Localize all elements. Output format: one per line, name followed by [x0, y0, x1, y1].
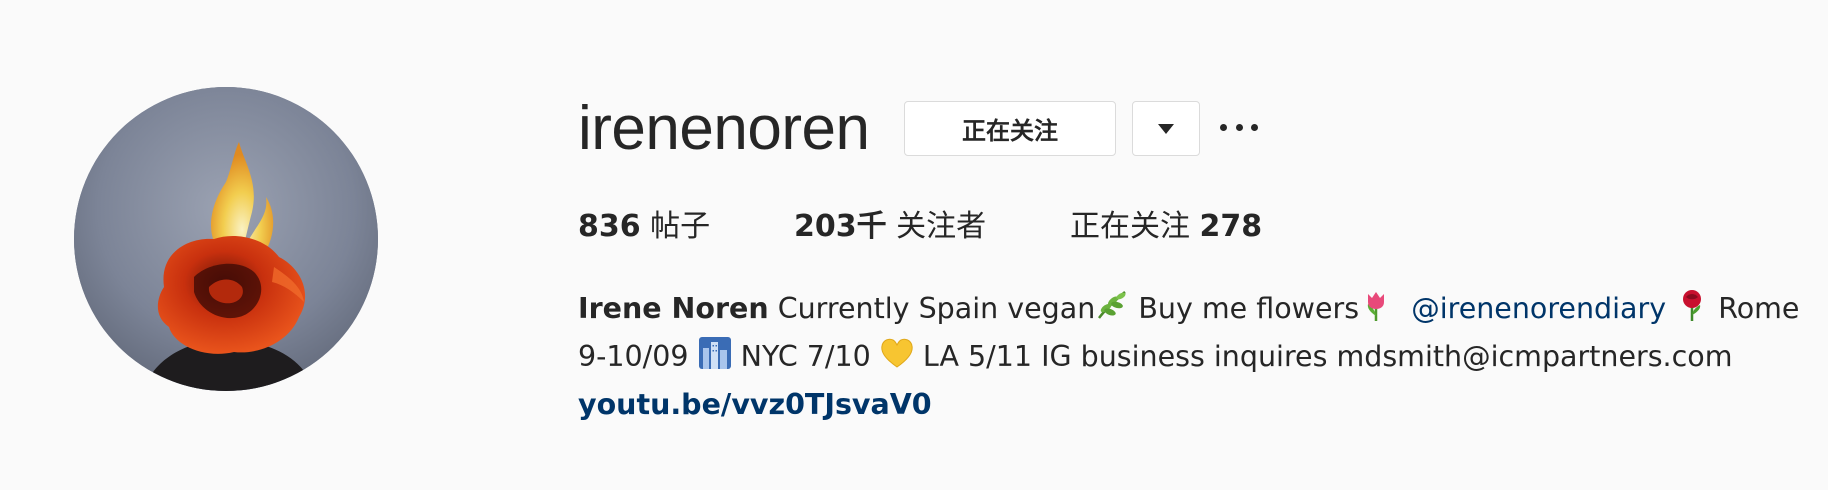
following-count: 278 [1199, 209, 1263, 244]
posts-label: 帖子 [650, 209, 711, 244]
caret-down-icon [1158, 123, 1174, 134]
more-dot-icon [1220, 123, 1227, 131]
tulip-emoji-icon [1367, 292, 1385, 321]
posts-stat: 836 帖子 [578, 204, 710, 250]
profile-header: irenenoren 正在关注 836 帖子 203千 关注者 正在关注 278… [0, 0, 1828, 490]
more-options-button[interactable] [1220, 112, 1258, 142]
bio-text: Buy me flowers [1129, 292, 1360, 325]
herb-emoji-icon [1098, 291, 1127, 319]
rose-emoji-icon [1683, 290, 1702, 321]
posts-count: 836 [578, 209, 641, 244]
profile-full-name: Irene Noren [578, 292, 769, 325]
yellow-heart-emoji-icon [881, 338, 913, 368]
bio-text [1666, 292, 1675, 325]
bio-mention-link[interactable]: @irenenorendiary [1411, 292, 1666, 325]
bio-text: Currently Spain vegan [768, 292, 1096, 325]
profile-avatar[interactable] [74, 87, 378, 391]
followers-count: 203千 [794, 209, 887, 244]
more-dot-icon [1251, 123, 1258, 131]
burning-rose-avatar-icon [74, 87, 378, 391]
bio-text: LA 5/11 IG business inquires mdsmith@icm… [913, 340, 1733, 373]
suggestions-dropdown-button[interactable] [1132, 101, 1200, 156]
more-dot-icon [1235, 123, 1243, 131]
bio-external-link[interactable]: youtu.be/vvz0TJsvaV0 [578, 381, 932, 429]
followers-label: 关注者 [896, 209, 987, 244]
following-label: 正在关注 [1070, 209, 1190, 244]
cityscape-emoji-icon [698, 337, 731, 369]
following-button[interactable]: 正在关注 [904, 101, 1116, 156]
profile-username: irenenoren [578, 94, 870, 163]
profile-bio: Irene Noren Currently Spain vegan Buy me… [578, 285, 1808, 429]
followers-stat[interactable]: 203千 关注者 [794, 204, 986, 250]
following-stat[interactable]: 正在关注 278 [1070, 204, 1262, 250]
bio-text [1393, 292, 1411, 325]
bio-text: NYC 7/10 [731, 340, 880, 373]
